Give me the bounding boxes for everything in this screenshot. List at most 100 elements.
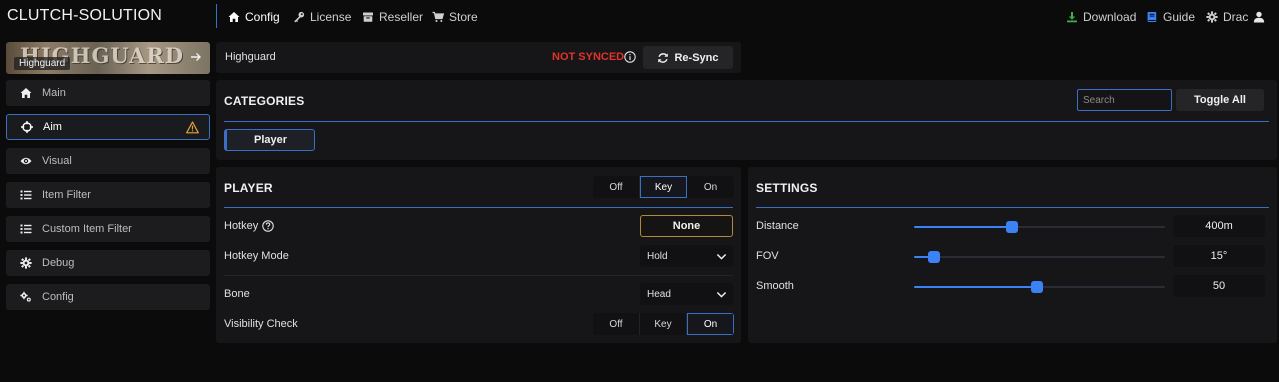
refresh-icon <box>658 52 669 63</box>
game-banner[interactable]: HIGHGUARD Highguard <box>6 42 210 74</box>
player-panel: PLAYER Off Key On Hotkey None Hotkey Mod… <box>216 167 741 343</box>
fov-slider[interactable] <box>914 251 1165 263</box>
download-link[interactable]: Download <box>1066 9 1136 25</box>
key-icon <box>294 11 305 23</box>
slider-fill <box>914 286 1037 288</box>
chevron-down-icon <box>716 291 727 298</box>
fov-label: FOV <box>756 250 779 262</box>
sidebar-item-label: Debug <box>42 257 75 269</box>
smooth-value[interactable]: 50 <box>1173 275 1265 297</box>
user-name: Drac <box>1223 10 1249 24</box>
sidebar-item-label: Main <box>42 87 66 99</box>
sidebar-item-item-filter[interactable]: Item Filter <box>6 182 210 208</box>
download-label: Download <box>1083 10 1137 24</box>
nav-license[interactable]: License <box>293 9 351 25</box>
categories-panel: CATEGORIES Toggle All Player <box>216 80 1277 160</box>
arrow-right-icon <box>191 53 201 61</box>
nav-reseller-label: Reseller <box>379 10 424 24</box>
gear-icon <box>1206 11 1218 23</box>
visibility-option-key[interactable]: Key <box>640 313 687 335</box>
resync-label: Re-Sync <box>674 51 719 64</box>
nav-reseller[interactable]: Reseller <box>362 9 423 25</box>
home-icon <box>228 12 240 22</box>
distance-slider[interactable] <box>914 221 1165 233</box>
sidebar-item-custom-item-filter[interactable]: Custom Item Filter <box>6 216 210 242</box>
sidebar-item-label: Custom Item Filter <box>42 223 132 235</box>
download-icon <box>1067 12 1077 23</box>
fov-value[interactable]: 15° <box>1173 245 1265 267</box>
bone-label: Bone <box>224 288 250 300</box>
guide-label: Guide <box>1163 10 1196 24</box>
hotkey-mode-label: Hotkey Mode <box>224 250 289 262</box>
info-icon[interactable] <box>624 51 636 63</box>
gear-icon <box>20 257 32 269</box>
sync-status: NOT SYNCED <box>552 51 625 63</box>
player-mode-toggle: Off Key On <box>593 176 734 198</box>
top-bar: CLUTCH-SOLUTION Config License Reseller … <box>0 0 1279 34</box>
nav-config-label: Config <box>245 10 280 24</box>
settings-title: SETTINGS <box>756 181 818 195</box>
distance-label: Distance <box>756 220 799 232</box>
book-icon <box>1147 12 1157 22</box>
sidebar-item-debug[interactable]: Debug <box>6 250 210 276</box>
cart-icon <box>432 11 444 22</box>
slider-thumb[interactable] <box>928 251 941 263</box>
sidebar-item-config[interactable]: Config <box>6 284 210 310</box>
sidebar-item-label: Config <box>42 291 74 303</box>
bone-dropdown[interactable]: Head <box>640 283 733 305</box>
smooth-label: Smooth <box>756 280 794 292</box>
nav-config[interactable]: Config <box>228 9 280 25</box>
category-chip-player[interactable]: Player <box>224 129 315 151</box>
eye-icon <box>20 157 32 165</box>
crosshair-icon <box>21 121 33 133</box>
profile-link[interactable] <box>1253 9 1265 25</box>
hotkey-button[interactable]: None <box>640 215 733 237</box>
visibility-check-label: Visibility Check <box>224 318 298 330</box>
sidebar-item-main[interactable]: Main <box>6 80 210 106</box>
bone-value: Head <box>647 288 671 300</box>
hotkey-label: Hotkey <box>224 220 259 232</box>
warning-icon <box>186 121 199 134</box>
player-divider <box>224 207 733 208</box>
gears-icon <box>20 291 31 302</box>
slider-track <box>914 256 1165 258</box>
distance-value[interactable]: 400m <box>1173 215 1265 237</box>
hotkey-row-label: Hotkey <box>224 220 274 232</box>
user-icon <box>1253 11 1265 23</box>
help-icon[interactable] <box>262 220 274 232</box>
categories-title: CATEGORIES <box>224 94 305 108</box>
mode-option-off[interactable]: Off <box>593 176 640 198</box>
visibility-option-on[interactable]: On <box>687 313 734 335</box>
sidebar-item-aim[interactable]: Aim <box>6 114 210 140</box>
profile-name: Highguard <box>225 51 276 63</box>
category-search-input[interactable] <box>1077 89 1172 111</box>
guide-link[interactable]: Guide <box>1146 9 1195 25</box>
nav-license-label: License <box>310 10 352 24</box>
settings-divider <box>756 207 1269 208</box>
nav-store[interactable]: Store <box>432 9 478 25</box>
hotkey-mode-dropdown[interactable]: Hold <box>640 245 733 267</box>
list-icon <box>20 224 32 234</box>
smooth-slider[interactable] <box>914 281 1165 293</box>
resync-button[interactable]: Re-Sync <box>643 46 733 69</box>
categories-divider <box>224 121 1269 122</box>
mode-option-key[interactable]: Key <box>640 176 687 198</box>
toggle-all-button[interactable]: Toggle All <box>1176 89 1264 111</box>
list-icon <box>20 190 32 200</box>
row-divider <box>224 275 733 276</box>
sidebar-item-label: Visual <box>42 155 72 167</box>
hotkey-mode-value: Hold <box>647 250 668 262</box>
home-icon <box>20 88 32 98</box>
user-menu[interactable]: Drac <box>1206 9 1248 25</box>
player-title: PLAYER <box>224 181 273 195</box>
profile-bar: Highguard NOT SYNCED Re-Sync <box>216 42 741 73</box>
mode-option-on[interactable]: On <box>687 176 734 198</box>
slider-thumb[interactable] <box>1030 281 1043 293</box>
sidebar-item-label: Aim <box>43 121 62 133</box>
visibility-option-off[interactable]: Off <box>593 313 640 335</box>
visibility-check-toggle: Off Key On <box>593 313 734 335</box>
sidebar-item-visual[interactable]: Visual <box>6 148 210 174</box>
sidebar-item-label: Item Filter <box>42 189 91 201</box>
banner-game-label: Highguard <box>14 57 71 70</box>
slider-thumb[interactable] <box>1005 221 1018 233</box>
